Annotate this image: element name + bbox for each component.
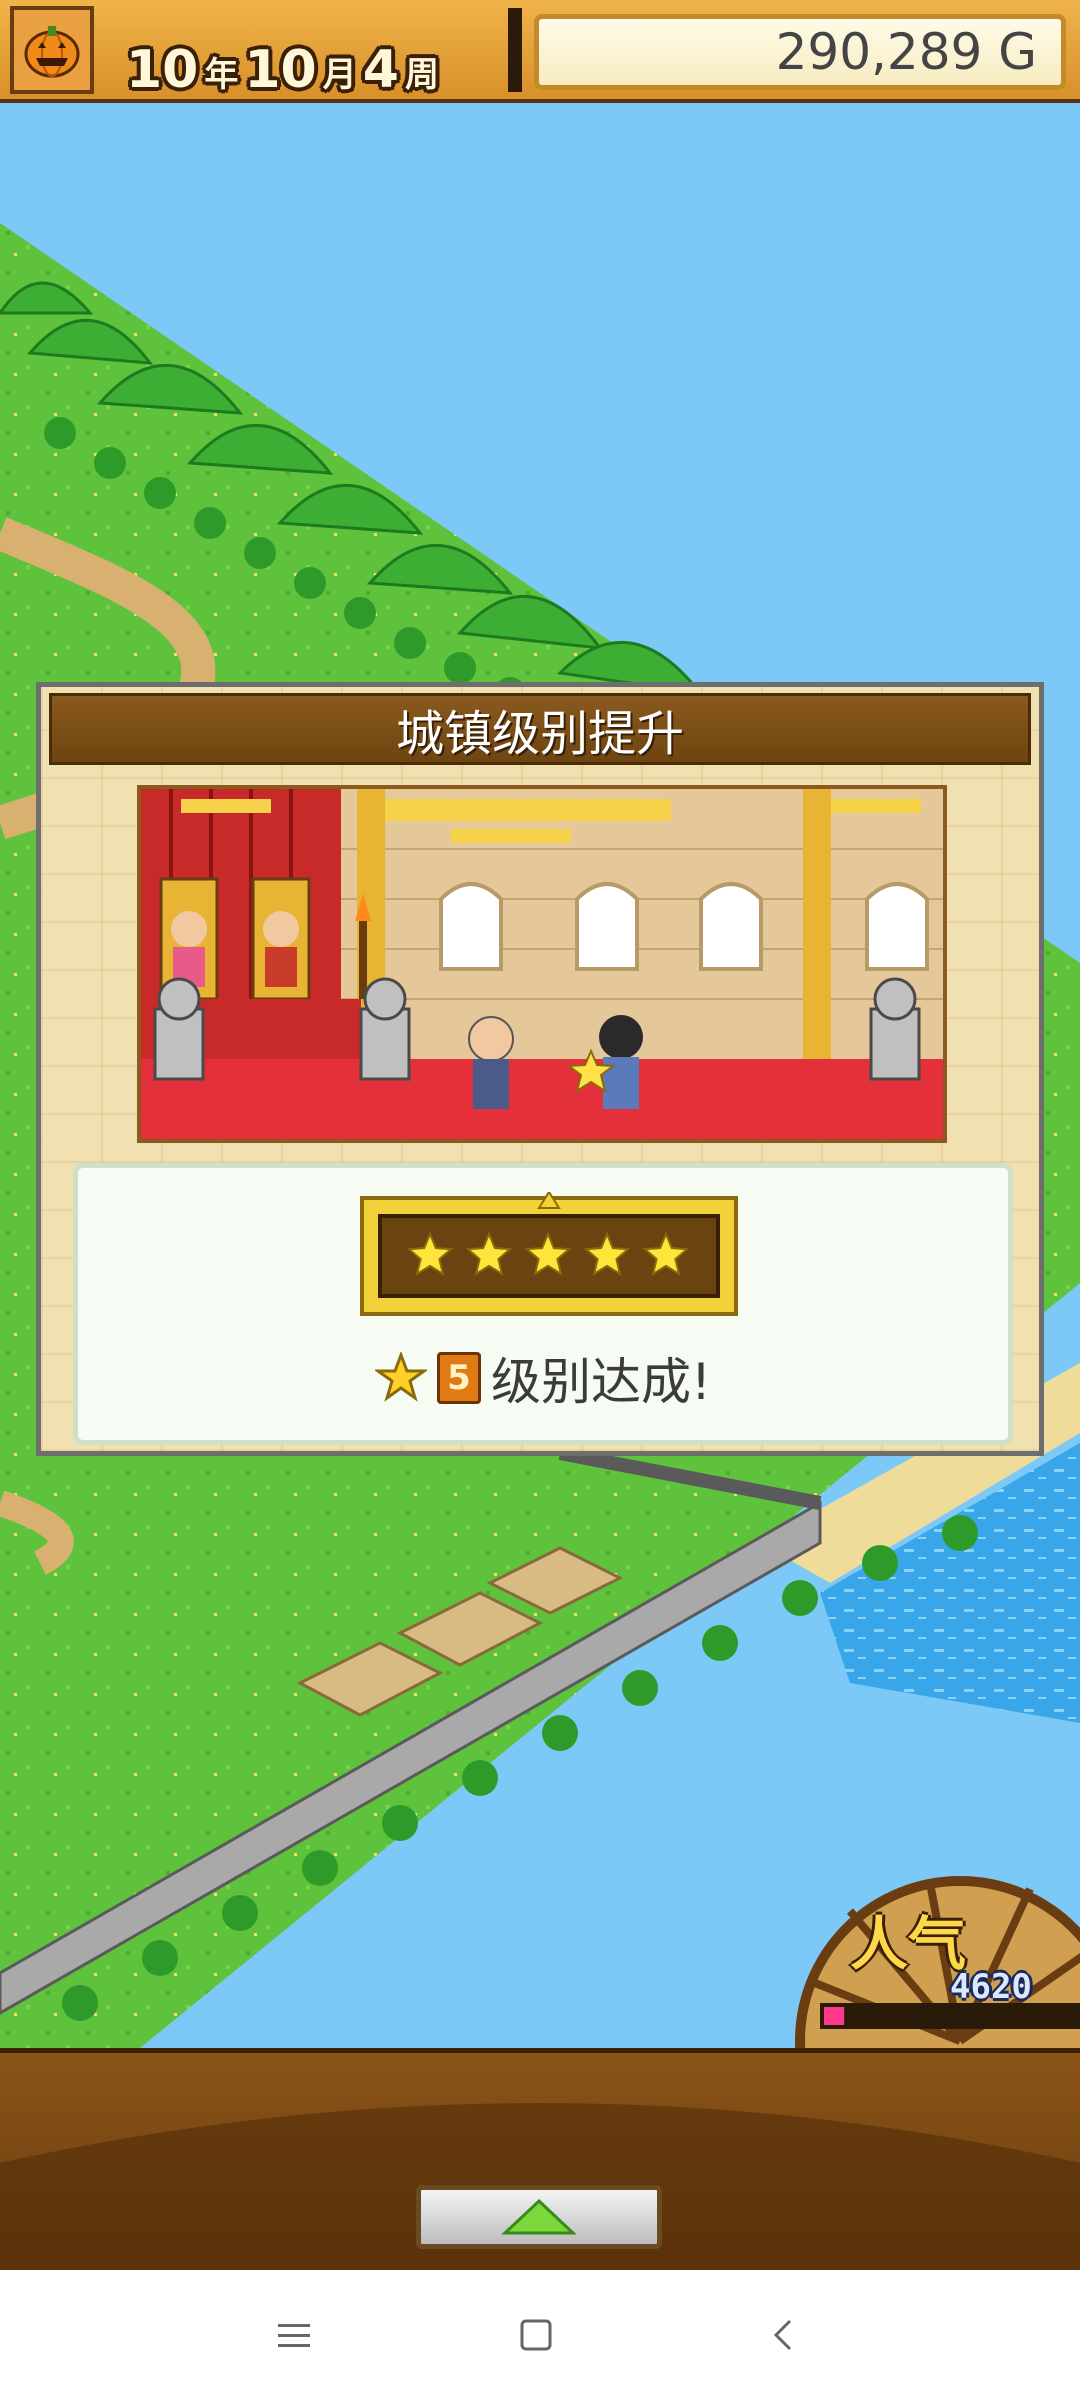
month-value: 10 <box>244 40 317 100</box>
star-rating-plaque <box>360 1192 738 1316</box>
back-button[interactable] <box>744 2305 824 2365</box>
home-square-icon <box>520 2319 552 2351</box>
home-button[interactable] <box>496 2305 576 2365</box>
pumpkin-icon[interactable] <box>10 6 94 94</box>
game-date: 10 年 10 月 4 周 <box>126 16 439 96</box>
menu-button[interactable] <box>254 2305 334 2365</box>
popularity-fill <box>824 2007 845 2025</box>
menu-icon <box>278 2324 310 2347</box>
popularity-value: 4620 <box>950 1967 1032 2007</box>
throne-room-illustration <box>137 785 947 1143</box>
back-chevron-icon <box>773 2319 792 2351</box>
level-number-badge: 5 <box>436 1352 481 1404</box>
level-up-dialog: 城镇级别提升 5 级别达成! <box>36 682 1044 1456</box>
header-divider <box>508 8 522 92</box>
year-value: 10 <box>126 40 199 100</box>
expand-menu-button[interactable] <box>416 2185 662 2249</box>
triangle-up-icon <box>501 2198 577 2235</box>
year-unit: 年 <box>204 55 239 95</box>
money-display: 290,289 G <box>534 14 1066 90</box>
level-achieved-text: 级别达成! <box>490 1353 712 1411</box>
star-icon <box>374 1352 427 1402</box>
week-unit: 周 <box>404 55 439 95</box>
result-panel: 5 级别达成! <box>73 1163 1013 1445</box>
bottom-menu-panel <box>0 2048 1080 2270</box>
dialog-title: 城镇级别提升 <box>49 693 1031 765</box>
top-status-bar: 10 年 10 月 4 周 290,289 G <box>0 0 1080 103</box>
month-unit: 月 <box>322 55 357 95</box>
popularity-label: 人气 <box>850 1910 967 1978</box>
week-value: 4 <box>362 40 399 100</box>
system-nav-bar <box>0 2270 1080 2400</box>
popularity-gauge[interactable]: 人气 4620 <box>790 1861 1080 2048</box>
level-achieved-line: 5 级别达成! <box>78 1340 1008 1416</box>
